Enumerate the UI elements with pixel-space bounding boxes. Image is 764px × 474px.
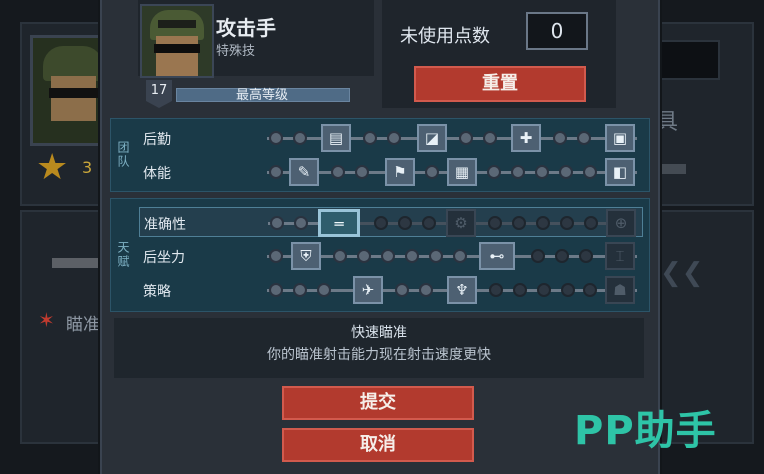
soldier-avatar: [140, 4, 214, 78]
skill-row-label: 后勤: [143, 132, 171, 148]
skill-row-label: 体能: [143, 166, 171, 182]
skill-dot[interactable]: [269, 165, 283, 179]
weapon-icon: [656, 164, 686, 174]
skill-dot[interactable]: [512, 216, 526, 230]
group-label-team: 团队: [116, 141, 130, 169]
skill-row-label: 后坐力: [143, 250, 185, 266]
reset-button[interactable]: 重置: [414, 66, 586, 102]
stand-icon[interactable]: ⌶: [605, 242, 635, 270]
skill-dot[interactable]: [577, 131, 591, 145]
skill-dot[interactable]: [555, 249, 569, 263]
skill-dot[interactable]: [374, 216, 388, 230]
character-name: 攻击手: [216, 16, 276, 40]
grip-icon[interactable]: ⛨: [291, 242, 321, 270]
pack-icon[interactable]: ◧: [605, 158, 635, 186]
skill-dot[interactable]: [317, 283, 331, 297]
skill-dot[interactable]: [531, 249, 545, 263]
skill-row-stamina: 体能 ✎ ⚑ ▦ ◧: [139, 157, 643, 187]
supply-icon[interactable]: ▣: [605, 124, 635, 152]
skill-dot[interactable]: [453, 249, 467, 263]
medkit-icon[interactable]: ✚: [511, 124, 541, 152]
group-label-talent: 天赋: [116, 241, 130, 269]
background-star-count: 3: [82, 158, 93, 177]
skill-dot[interactable]: [535, 165, 549, 179]
unused-points-value: 0: [526, 12, 588, 50]
submit-button[interactable]: 提交: [282, 386, 474, 420]
star-icon: ★: [36, 147, 69, 188]
skill-dot[interactable]: [537, 283, 551, 297]
skill-dot[interactable]: [422, 216, 436, 230]
skill-dot[interactable]: [459, 131, 473, 145]
chevron-left-icon: ❮❮: [660, 258, 704, 288]
character-class: 特殊技: [216, 44, 256, 59]
skill-dot[interactable]: [560, 216, 574, 230]
crosshair-icon[interactable]: ⊕: [606, 209, 636, 237]
skill-dot[interactable]: [363, 131, 377, 145]
skill-dot[interactable]: [331, 165, 345, 179]
skill-row-recoil[interactable]: 后坐力 ⛨ ⊷ ⌶: [139, 241, 643, 271]
skill-dot[interactable]: [425, 165, 439, 179]
skill-dot[interactable]: [584, 216, 598, 230]
background-button: [656, 40, 720, 80]
skill-description-title: 快速瞄准: [351, 325, 407, 341]
skill-dot[interactable]: [398, 216, 412, 230]
skill-dot[interactable]: [489, 283, 503, 297]
level-status: 最高等级: [235, 88, 288, 103]
skill-dot[interactable]: [269, 283, 283, 297]
level-badge: 17: [146, 80, 172, 108]
skill-row-label: 准确性: [144, 217, 186, 233]
attack-icon: ✶: [38, 308, 55, 332]
skill-dot[interactable]: [487, 165, 501, 179]
skill-dot[interactable]: [419, 283, 433, 297]
bandage-icon[interactable]: ◪: [417, 124, 447, 152]
grenade-icon[interactable]: ✈: [353, 276, 383, 304]
skill-dot[interactable]: [269, 249, 283, 263]
skill-dot[interactable]: [579, 249, 593, 263]
skill-row-tactics[interactable]: 策略 ✈ ♆ ☗: [139, 275, 643, 305]
skill-dot[interactable]: [511, 165, 525, 179]
skill-description-text: 你的瞄准射击能力现在射击速度更快: [267, 347, 491, 363]
skill-dot[interactable]: [583, 165, 597, 179]
skill-dot[interactable]: [561, 283, 575, 297]
rifle-scope-icon[interactable]: ═: [318, 209, 360, 237]
skill-dot[interactable]: [294, 216, 308, 230]
armor-icon[interactable]: ▦: [447, 158, 477, 186]
skill-dot[interactable]: [355, 165, 369, 179]
gears-icon[interactable]: ⚙: [446, 209, 476, 237]
skill-dot[interactable]: [583, 283, 597, 297]
background-label: 瞄准: [66, 315, 100, 335]
unused-points-label: 未使用点数: [400, 26, 490, 47]
skill-dot[interactable]: [293, 283, 307, 297]
talent-skill-group: 天赋 准确性 ═ ⚙ ⊕ 后坐力 ⛨ ⊷ ⌶ 策略 ✈ ♆ ☗: [110, 198, 650, 312]
helmet-icon[interactable]: ☗: [605, 276, 635, 304]
watermark-logo: PP助手: [574, 408, 717, 454]
scope-icon[interactable]: ⊷: [479, 242, 515, 270]
boot-icon[interactable]: ⚑: [385, 158, 415, 186]
skill-dot[interactable]: [357, 249, 371, 263]
skill-row-label: 策略: [143, 284, 171, 300]
skill-dot[interactable]: [488, 216, 502, 230]
skill-dot[interactable]: [513, 283, 527, 297]
skill-dot[interactable]: [429, 249, 443, 263]
skill-dot[interactable]: [536, 216, 550, 230]
skill-row-accuracy[interactable]: 准确性 ═ ⚙ ⊕: [139, 207, 643, 237]
rifle-icon: [52, 258, 102, 268]
claw-icon[interactable]: ♆: [447, 276, 477, 304]
skill-dot[interactable]: [269, 131, 283, 145]
skill-dot[interactable]: [293, 131, 307, 145]
skill-dot[interactable]: [387, 131, 401, 145]
skill-dot[interactable]: [405, 249, 419, 263]
syringe-icon[interactable]: ✎: [289, 158, 319, 186]
skill-dot[interactable]: [553, 131, 567, 145]
ammo-icon[interactable]: ▤: [321, 124, 351, 152]
team-skill-group: 团队 后勤 ▤ ◪ ✚ ▣ 体能 ✎ ⚑ ▦ ◧: [110, 118, 650, 192]
skill-dot[interactable]: [395, 283, 409, 297]
skill-dot[interactable]: [270, 216, 284, 230]
skill-row-logistics: 后勤 ▤ ◪ ✚ ▣: [139, 123, 643, 153]
skill-dot[interactable]: [559, 165, 573, 179]
skill-dot[interactable]: [483, 131, 497, 145]
skill-dot[interactable]: [381, 249, 395, 263]
skill-dot[interactable]: [333, 249, 347, 263]
cancel-button[interactable]: 取消: [282, 428, 474, 462]
